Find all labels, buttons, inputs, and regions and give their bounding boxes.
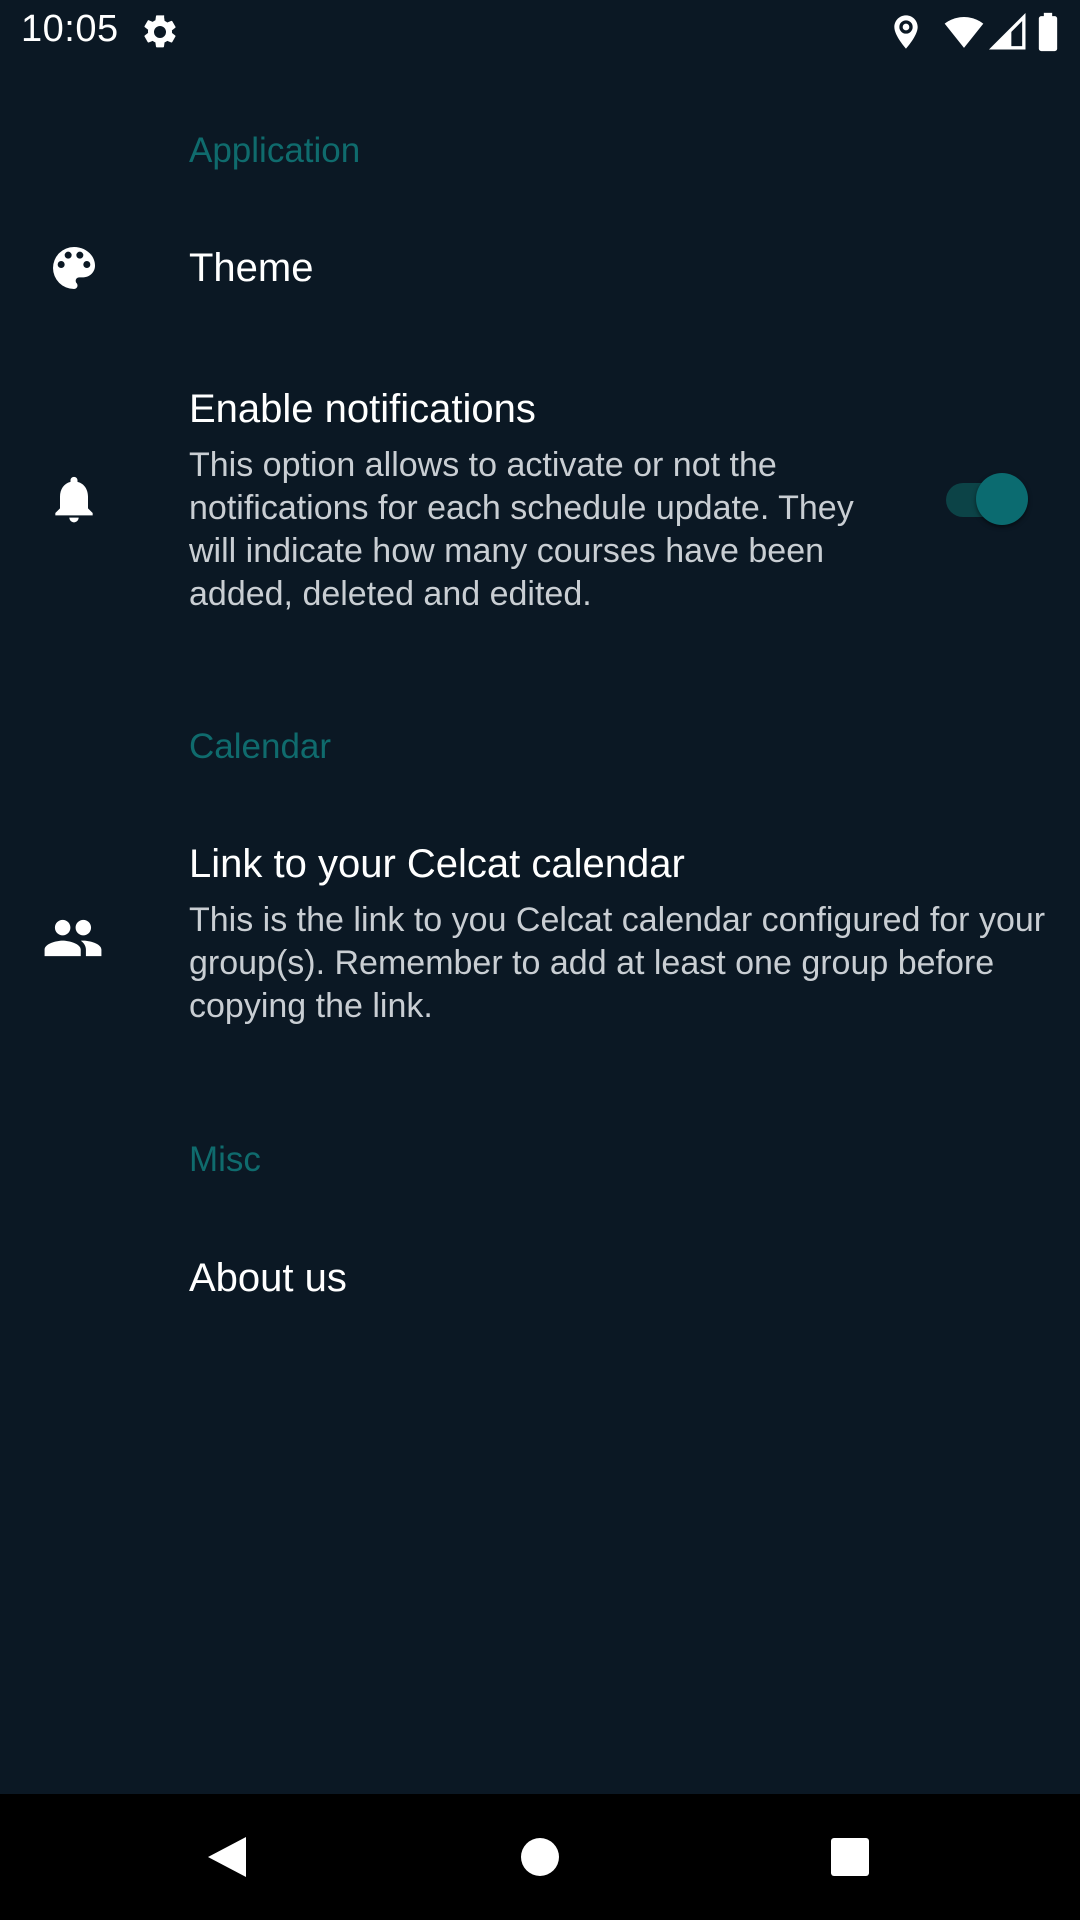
notifications-switch[interactable] xyxy=(946,473,1028,525)
calendar-link-summary: This is the link to you Celcat calendar … xyxy=(189,901,1046,1025)
settings-screen: 10:05 Application Theme Enable notificat… xyxy=(0,0,1080,1920)
status-bar: 10:05 xyxy=(0,0,1080,63)
palette-icon xyxy=(46,240,102,296)
switch-thumb xyxy=(976,473,1028,525)
calendar-link-title: Link to your Celcat calendar xyxy=(189,842,685,886)
home-icon[interactable] xyxy=(510,1827,570,1887)
signal-icon xyxy=(988,12,1028,52)
section-header-application: Application xyxy=(189,131,361,170)
about-title: About us xyxy=(189,1256,347,1300)
recents-icon[interactable] xyxy=(820,1827,880,1887)
battery-icon xyxy=(1036,12,1060,52)
back-icon[interactable] xyxy=(196,1827,256,1887)
settings-icon xyxy=(140,12,180,52)
wifi-icon xyxy=(942,12,986,52)
theme-title: Theme xyxy=(189,246,314,290)
navigation-bar xyxy=(0,1794,1080,1920)
bell-icon xyxy=(46,471,102,527)
section-header-misc: Misc xyxy=(189,1140,261,1179)
status-time: 10:05 xyxy=(21,8,119,50)
people-icon xyxy=(42,907,104,969)
notifications-summary: This option allows to activate or not th… xyxy=(189,446,854,613)
section-header-calendar: Calendar xyxy=(189,727,332,766)
location-icon xyxy=(886,12,926,52)
notifications-title: Enable notifications xyxy=(189,387,536,431)
